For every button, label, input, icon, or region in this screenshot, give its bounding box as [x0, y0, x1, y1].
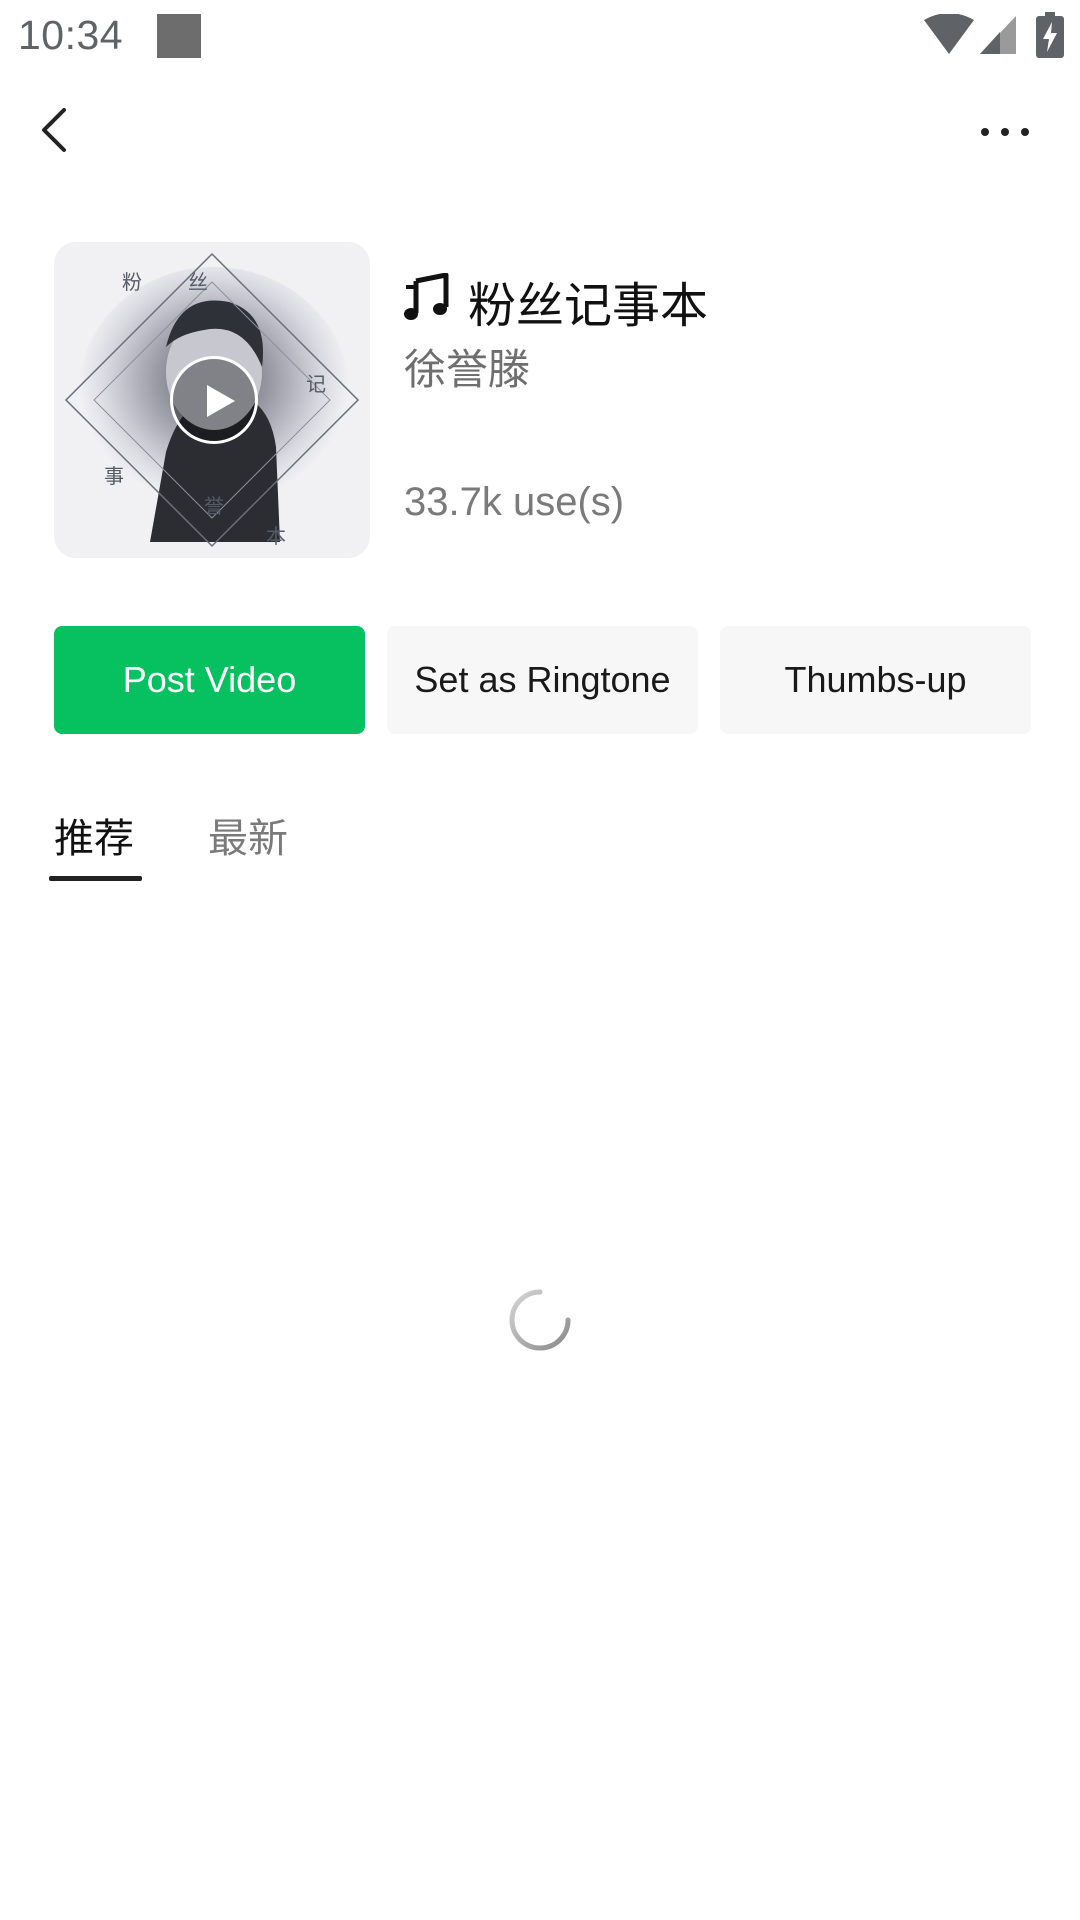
wifi-icon — [924, 14, 974, 54]
status-bar: 10:34 — [0, 0, 1080, 76]
tab-recommend[interactable]: 推荐 — [54, 806, 134, 864]
back-button[interactable] — [30, 100, 80, 160]
play-icon — [207, 385, 235, 417]
set-ringtone-button[interactable]: Set as Ringtone — [387, 626, 698, 734]
music-note-icon — [404, 273, 449, 320]
cover-lettering: 记 — [306, 372, 326, 396]
cover-lettering: 粉 — [122, 270, 142, 294]
notification-square-icon — [157, 14, 201, 58]
cover-lettering: 本 — [266, 524, 286, 548]
battery-charging-icon — [1036, 12, 1064, 58]
cover-lettering: 丝 — [188, 270, 208, 294]
more-horizontal-icon — [981, 128, 1029, 136]
cover-lettering: 事 — [104, 464, 124, 488]
play-button[interactable] — [170, 356, 258, 444]
more-button[interactable] — [975, 112, 1035, 152]
tab-active-indicator — [49, 876, 142, 881]
cover-lettering: 誉 — [204, 494, 224, 518]
tab-latest[interactable]: 最新 — [208, 806, 288, 864]
use-count: 33.7k use(s) — [404, 480, 625, 524]
cell-signal-icon — [980, 16, 1016, 54]
loading-spinner-icon — [509, 1289, 571, 1351]
thumbs-up-button[interactable]: Thumbs-up — [720, 626, 1031, 734]
artist-name[interactable]: 徐誉滕 — [404, 336, 530, 397]
status-time: 10:34 — [18, 12, 124, 58]
music-detail-screen: 10:34 粉 丝 记 事 誉 本 粉丝记事本 徐誉滕 33.7k use(s)… — [0, 0, 1080, 1920]
album-cover[interactable]: 粉 丝 记 事 誉 本 — [54, 242, 370, 558]
chevron-left-icon — [42, 108, 66, 152]
song-title: 粉丝记事本 — [468, 278, 709, 334]
post-video-button[interactable]: Post Video — [54, 626, 365, 734]
